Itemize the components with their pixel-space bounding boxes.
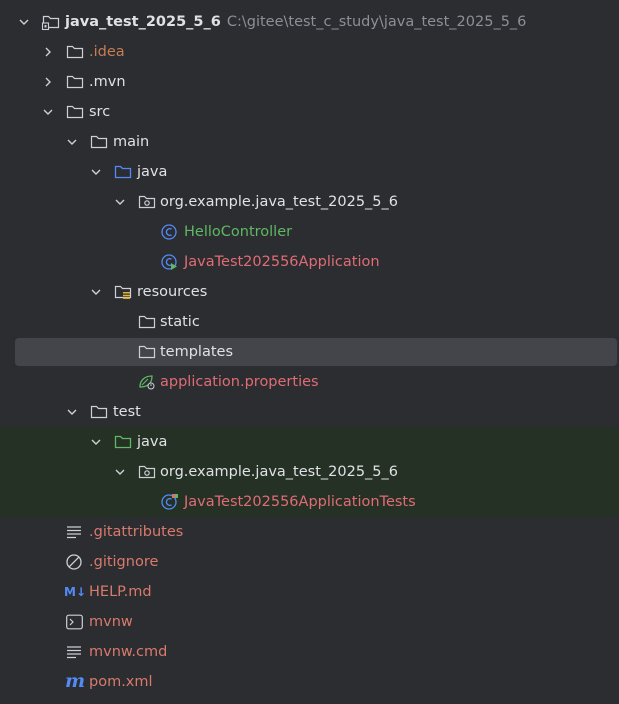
tree-row-mvnw[interactable]: mvnw [0, 607, 619, 637]
tree-row-main-package[interactable]: org.example.java_test_2025_5_6 [0, 187, 619, 217]
tree-label-gitignore: .gitignore [89, 554, 159, 570]
folder-icon [90, 135, 108, 149]
terminal-icon [66, 614, 83, 630]
tree-label-tests-class: JavaTest202556ApplicationTests [184, 494, 416, 510]
package-icon [138, 195, 156, 209]
ignore-file-icon [66, 554, 82, 570]
tree-label-main: main [113, 134, 150, 150]
chevron-down-icon[interactable] [90, 436, 102, 448]
tree-row-main-java[interactable]: java [0, 157, 619, 187]
tree-label-mvnw: mvnw [89, 614, 133, 630]
chevron-down-icon[interactable] [42, 106, 54, 118]
test-class-icon [161, 494, 178, 510]
tree-label-mvnw-cmd: mvnw.cmd [89, 644, 168, 660]
tree-label-main-package: org.example.java_test_2025_5_6 [160, 194, 398, 210]
tree-row-test-java[interactable]: java [0, 427, 619, 457]
chevron-down-icon[interactable] [66, 136, 78, 148]
tree-row-test-package[interactable]: org.example.java_test_2025_5_6 [0, 457, 619, 487]
project-name: java_test_2025_5_6 C:\gitee\test_c_study\… [65, 14, 527, 30]
tree-label-gitattributes: .gitattributes [89, 524, 184, 540]
tree-row-resources[interactable]: resources [0, 277, 619, 307]
resources-folder-icon [114, 285, 132, 299]
text-file-icon [67, 646, 81, 659]
tree-label-application-class: JavaTest202556Application [184, 254, 380, 270]
tree-label-src: src [89, 104, 111, 120]
tree-row-templates[interactable]: templates [0, 337, 619, 367]
tree-row-help-md[interactable]: M↓ HELP.md [0, 577, 619, 607]
chevron-down-icon[interactable] [114, 466, 126, 478]
folder-icon [66, 105, 84, 119]
tree-label-help-md: HELP.md [89, 584, 152, 600]
tree-label-pom-xml: pom.xml [89, 674, 153, 690]
tree-label-hello-controller: HelloController [184, 224, 293, 240]
source-folder-icon [114, 165, 132, 179]
text-file-icon [67, 526, 81, 539]
tree-label-main-java: java [137, 164, 168, 180]
tree-label-idea: .idea [89, 44, 125, 60]
chevron-down-icon[interactable] [114, 196, 126, 208]
tree-label-resources: resources [137, 284, 208, 300]
project-path: C:\gitee\test_c_study\java_test_2025_5_6 [226, 14, 527, 30]
runnable-class-icon [161, 254, 177, 270]
chevron-down-icon[interactable] [90, 286, 102, 298]
tree-row-gitattributes[interactable]: .gitattributes [0, 517, 619, 547]
tree-label-test-package: org.example.java_test_2025_5_6 [160, 464, 398, 480]
test-source-folder-icon [114, 435, 132, 449]
tree-row-application-properties[interactable]: application.properties [0, 367, 619, 397]
markdown-icon: M↓ [64, 585, 86, 599]
folder-icon [138, 345, 156, 359]
tree-row-src[interactable]: src [0, 97, 619, 127]
tree-row-idea[interactable]: .idea [0, 37, 619, 67]
chevron-down-icon[interactable] [90, 166, 102, 178]
folder-icon [66, 45, 84, 59]
tree-label-test: test [113, 404, 141, 420]
tree-row-mvnw-cmd[interactable]: mvnw.cmd [0, 637, 619, 667]
folder-icon [138, 315, 156, 329]
tree-label-static: static [160, 314, 200, 330]
tree-label-mvn: .mvn [89, 74, 126, 90]
tree-row-main[interactable]: main [0, 127, 619, 157]
class-icon [161, 224, 177, 240]
tree-label-test-java: java [137, 434, 168, 450]
chevron-down-icon[interactable] [66, 406, 78, 418]
tree-label-templates: templates [160, 344, 234, 360]
module-folder-icon [41, 15, 60, 31]
tree-row-pom-xml[interactable]: m pom.xml [0, 667, 619, 697]
package-icon [138, 465, 156, 479]
chevron-right-icon[interactable] [42, 76, 54, 88]
tree-label-application-properties: application.properties [160, 374, 319, 390]
project-tree: java_test_2025_5_6 C:\gitee\test_c_study\… [0, 0, 619, 704]
tree-row-tests-class[interactable]: JavaTest202556ApplicationTests [0, 487, 619, 517]
tree-row-mvn[interactable]: .mvn [0, 67, 619, 97]
chevron-down-icon[interactable] [18, 16, 30, 28]
maven-icon: m [65, 670, 86, 692]
tree-row-gitignore[interactable]: .gitignore [0, 547, 619, 577]
folder-icon [66, 75, 84, 89]
folder-icon [90, 405, 108, 419]
tree-row-hello-controller[interactable]: HelloController [0, 217, 619, 247]
tree-row-project-root[interactable]: java_test_2025_5_6 C:\gitee\test_c_study\… [0, 7, 619, 37]
tree-row-application-class[interactable]: JavaTest202556Application [0, 247, 619, 277]
chevron-right-icon[interactable] [42, 46, 54, 58]
tree-row-static[interactable]: static [0, 307, 619, 337]
spring-properties-icon [139, 375, 155, 390]
tree-row-test[interactable]: test [0, 397, 619, 427]
